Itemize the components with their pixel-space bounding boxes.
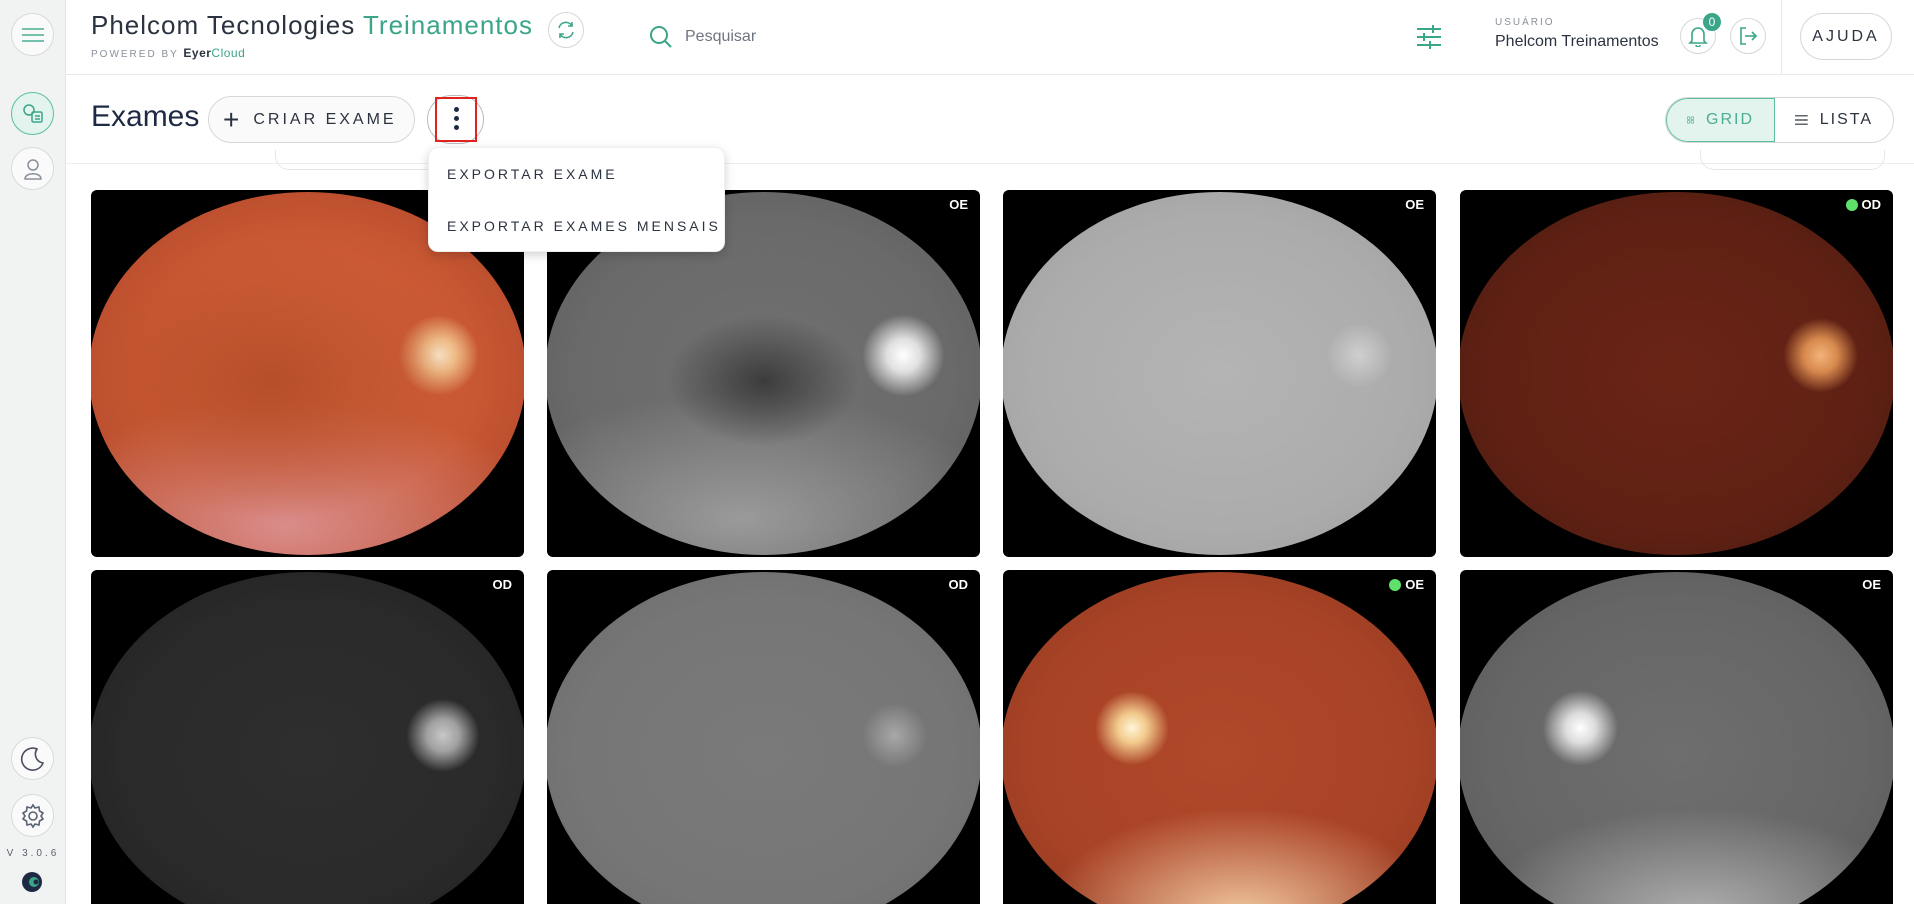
- help-button[interactable]: AJUDA: [1800, 13, 1892, 60]
- eye-label: OE: [1389, 577, 1424, 592]
- topbar-divider: [1781, 0, 1782, 75]
- user-label: USUÁRIO: [1495, 17, 1555, 28]
- side-rail: V 3.0.6: [0, 0, 66, 904]
- settings-gear-icon[interactable]: [11, 794, 54, 837]
- logout-button[interactable]: [1730, 18, 1766, 54]
- grid-view-label: GRID: [1706, 111, 1754, 128]
- eye-text: OD: [1861, 197, 1882, 212]
- brand-title: Phelcom Tecnologies Treinamentos: [91, 10, 533, 41]
- eyer-logo-icon: [22, 872, 42, 892]
- eye-text: OE: [949, 197, 968, 212]
- exam-card[interactable]: OE: [1460, 570, 1893, 904]
- powered-by-brand: Eyer: [183, 46, 212, 60]
- menu-icon[interactable]: [11, 13, 54, 56]
- brand-title-accent: Treinamentos: [363, 10, 533, 40]
- eye-label: OD: [1845, 197, 1882, 212]
- more-vertical-icon: [454, 107, 459, 134]
- more-options-menu: EXPORTAR EXAME EXPORTAR EXAMES MENSAIS: [428, 147, 725, 252]
- eye-text: OE: [1405, 197, 1424, 212]
- list-view-label: LISTA: [1819, 111, 1873, 128]
- fundus-image: [1460, 572, 1893, 904]
- status-dot: [1845, 198, 1858, 211]
- exam-card[interactable]: OE: [1003, 570, 1436, 904]
- list-view-button[interactable]: LISTA: [1775, 98, 1893, 142]
- exams-nav-icon[interactable]: [11, 92, 54, 135]
- eye-text: OE: [1862, 577, 1881, 592]
- brand-title-main: Phelcom Tecnologies: [91, 10, 356, 40]
- refresh-icon: [558, 21, 574, 39]
- top-bar: Phelcom Tecnologies Treinamentos POWERED…: [66, 0, 1914, 75]
- notification-count-badge: 0: [1703, 13, 1721, 31]
- exam-card[interactable]: OE: [1003, 190, 1436, 557]
- logout-icon: [1740, 27, 1758, 45]
- fundus-image: [91, 572, 524, 904]
- list-icon: [1795, 115, 1808, 125]
- user-info: USUÁRIO Phelcom Treinamentos: [1495, 17, 1659, 51]
- plus-icon: +: [223, 103, 240, 135]
- app-version: V 3.0.6: [6, 848, 60, 859]
- notifications-button[interactable]: 0: [1680, 13, 1721, 54]
- menu-item-export-exam[interactable]: EXPORTAR EXAME: [447, 166, 618, 182]
- grid-view-button[interactable]: GRID: [1666, 98, 1775, 142]
- menu-item-export-monthly-exams[interactable]: EXPORTAR EXAMES MENSAIS: [447, 218, 721, 234]
- patients-nav-icon[interactable]: [11, 147, 54, 190]
- create-exam-label: CRIAR EXAME: [253, 110, 397, 128]
- fundus-image: [1003, 572, 1436, 904]
- fundus-image: [547, 572, 980, 904]
- refresh-button[interactable]: [548, 12, 584, 48]
- exam-card[interactable]: OD: [547, 570, 980, 904]
- create-exam-button[interactable]: + CRIAR EXAME: [208, 96, 415, 143]
- fundus-image: [1460, 192, 1893, 555]
- eye-text: OD: [492, 577, 513, 592]
- powered-by-label: POWERED BY: [91, 49, 179, 60]
- dark-mode-icon[interactable]: [11, 737, 54, 780]
- eye-text: OD: [948, 577, 969, 592]
- powered-by-cloud: Cloud: [211, 46, 246, 60]
- status-dot: [1389, 578, 1402, 591]
- eye-label: OD: [949, 577, 969, 592]
- user-name: Phelcom Treinamentos: [1495, 33, 1659, 50]
- grid-icon: [1687, 116, 1694, 124]
- exam-card[interactable]: OD: [1460, 190, 1893, 557]
- page-title: Exames: [91, 100, 200, 133]
- search-icon[interactable]: [649, 25, 673, 49]
- brand: Phelcom Tecnologies Treinamentos POWERED…: [91, 10, 533, 60]
- filter-sliders-icon[interactable]: [1416, 24, 1442, 50]
- eye-text: OE: [1405, 577, 1424, 592]
- eye-label: OD: [493, 577, 513, 592]
- eye-label: OE: [1862, 577, 1881, 592]
- search-input[interactable]: [685, 28, 1085, 46]
- exam-card[interactable]: OD: [91, 570, 524, 904]
- view-toggle: GRID LISTA: [1665, 97, 1894, 143]
- hidden-sort-pill: [1700, 150, 1885, 170]
- fundus-image: [1003, 192, 1436, 555]
- eye-label: OE: [1405, 197, 1424, 212]
- exam-grid: OE OE OD OD OD OE OE: [91, 190, 1893, 904]
- search-bar: [649, 22, 1149, 52]
- eye-label: OE: [949, 197, 968, 212]
- powered-by: POWERED BY EyerCloud: [91, 46, 533, 60]
